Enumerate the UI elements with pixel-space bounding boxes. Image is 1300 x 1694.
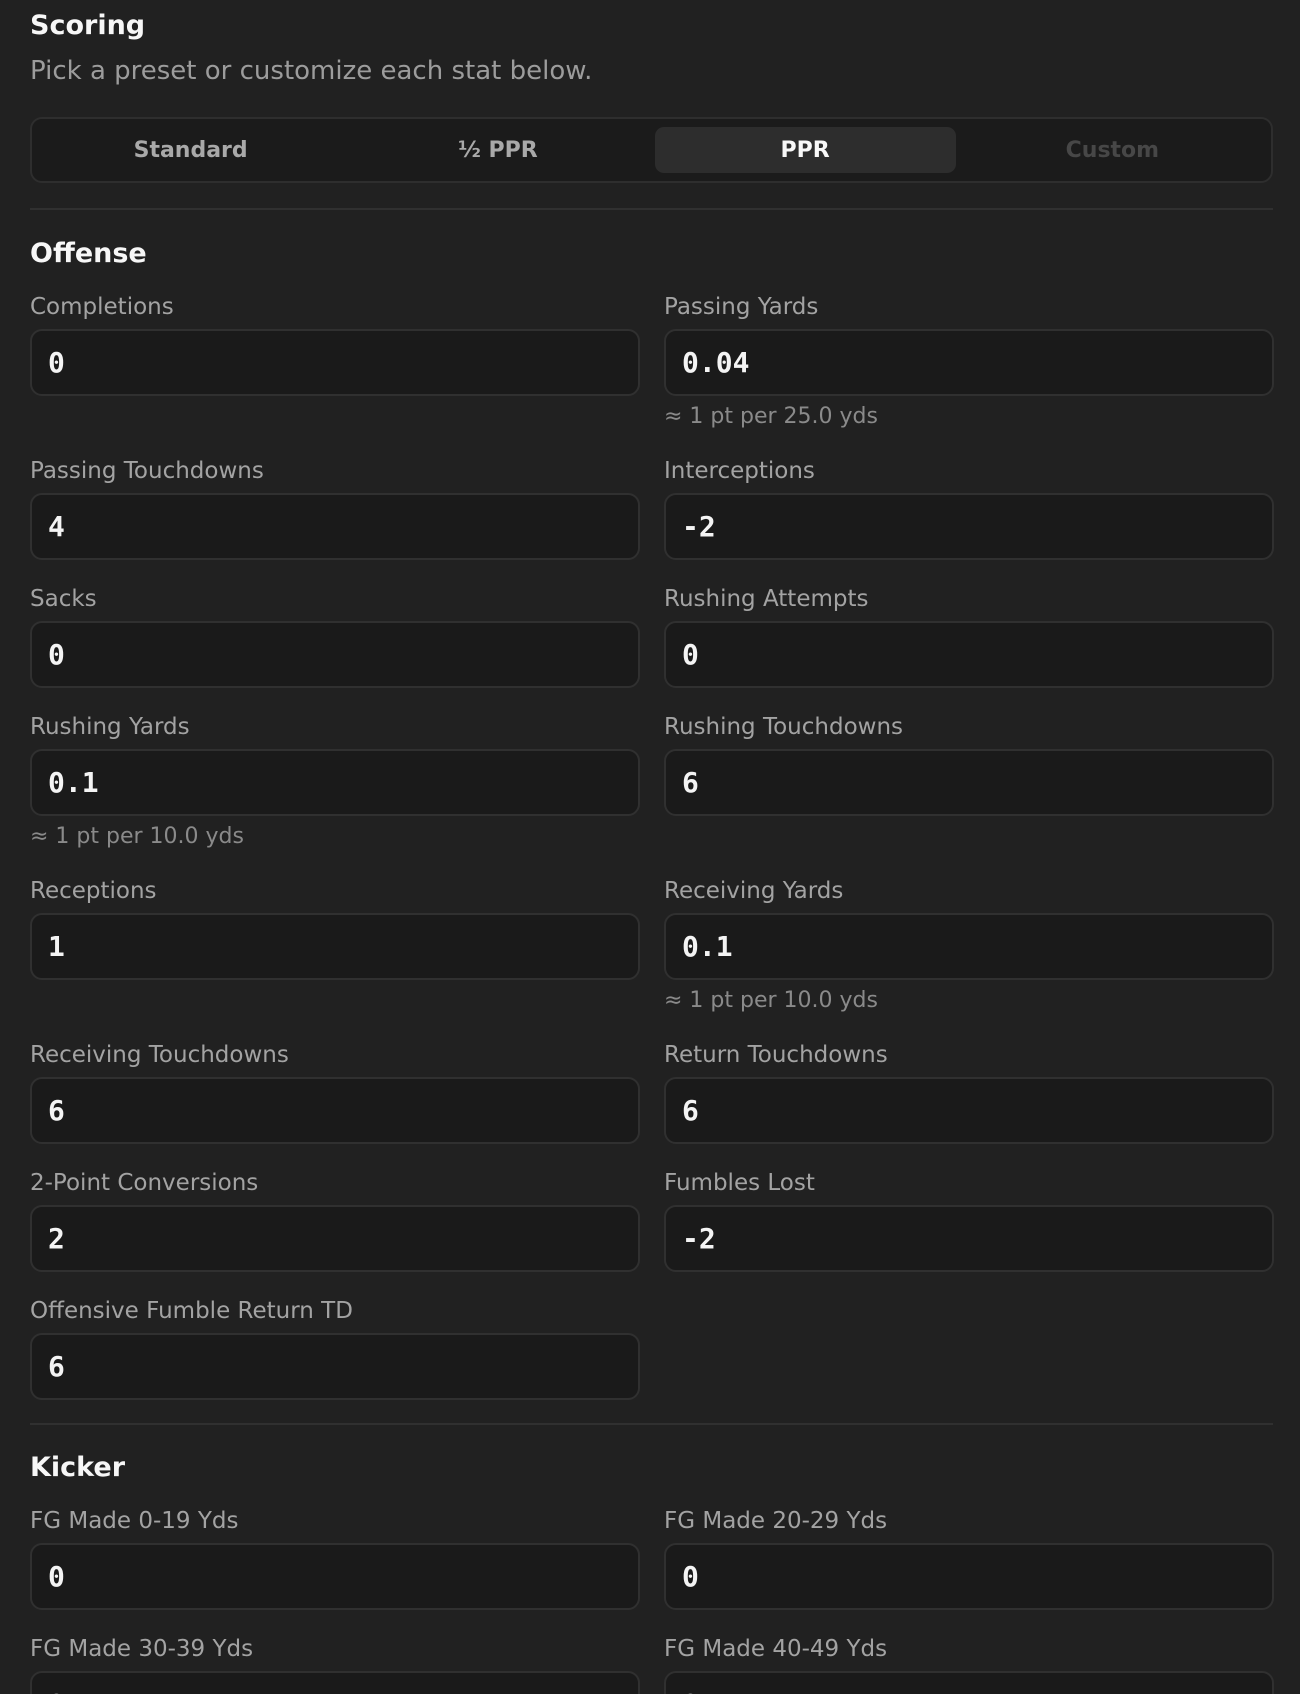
fg-made-40-49-input[interactable]	[664, 1671, 1274, 1694]
completions-input[interactable]	[30, 329, 640, 396]
field-label: Passing Touchdowns	[30, 458, 264, 484]
field-return-touchdowns: Return Touchdowns	[664, 1039, 1274, 1144]
field-label: Rushing Attempts	[664, 586, 869, 612]
fg-made-20-29-input[interactable]	[664, 1543, 1274, 1610]
field-completions: Completions	[30, 291, 640, 396]
offensive-fumble-return-td-input[interactable]	[30, 1333, 640, 1400]
sacks-input[interactable]	[30, 621, 640, 688]
field-receiving-touchdowns: Receiving Touchdowns	[30, 1039, 640, 1144]
field-fg-made-0-19: FG Made 0-19 Yds	[30, 1505, 640, 1610]
offense-section-title: Offense	[30, 238, 147, 269]
field-rushing-yards: Rushing Yards ≈ 1 pt per 10.0 yds	[30, 711, 640, 849]
field-label: Sacks	[30, 586, 97, 612]
rushing-attempts-input[interactable]	[664, 621, 1274, 688]
passing-yards-input[interactable]	[664, 329, 1274, 396]
field-label: Interceptions	[664, 458, 815, 484]
receiving-touchdowns-input[interactable]	[30, 1077, 640, 1144]
preset-half-ppr[interactable]: ½ PPR	[347, 127, 648, 173]
return-touchdowns-input[interactable]	[664, 1077, 1274, 1144]
receiving-yards-hint: ≈ 1 pt per 10.0 yds	[664, 988, 878, 1013]
field-rushing-touchdowns: Rushing Touchdowns	[664, 711, 1274, 816]
field-label: Offensive Fumble Return TD	[30, 1298, 353, 1324]
field-fg-made-40-49: FG Made 40-49 Yds	[664, 1633, 1274, 1694]
field-label: FG Made 30-39 Yds	[30, 1636, 254, 1662]
scoring-settings-page: Scoring Pick a preset or customize each …	[0, 0, 1300, 1694]
field-receiving-yards: Receiving Yards ≈ 1 pt per 10.0 yds	[664, 875, 1274, 1013]
fg-made-0-19-input[interactable]	[30, 1543, 640, 1610]
preset-standard[interactable]: Standard	[40, 127, 341, 173]
field-label: Receiving Touchdowns	[30, 1042, 289, 1068]
field-passing-yards: Passing Yards ≈ 1 pt per 25.0 yds	[664, 291, 1274, 429]
field-fg-made-20-29: FG Made 20-29 Yds	[664, 1505, 1274, 1610]
field-label: FG Made 40-49 Yds	[664, 1636, 888, 1662]
field-label: Fumbles Lost	[664, 1170, 815, 1196]
field-receptions: Receptions	[30, 875, 640, 980]
kicker-section-title: Kicker	[30, 1452, 126, 1483]
two-point-conversions-input[interactable]	[30, 1205, 640, 1272]
field-label: FG Made 0-19 Yds	[30, 1508, 239, 1534]
rushing-yards-input[interactable]	[30, 749, 640, 816]
field-label: Receptions	[30, 878, 157, 904]
scoring-title: Scoring	[30, 10, 146, 41]
field-label: Receiving Yards	[664, 878, 844, 904]
fumbles-lost-input[interactable]	[664, 1205, 1274, 1272]
passing-touchdowns-input[interactable]	[30, 493, 640, 560]
preset-selector: Standard ½ PPR PPR Custom	[30, 117, 1273, 183]
field-sacks: Sacks	[30, 583, 640, 688]
field-fg-made-30-39: FG Made 30-39 Yds	[30, 1633, 640, 1694]
field-passing-touchdowns: Passing Touchdowns	[30, 455, 640, 560]
field-label: Return Touchdowns	[664, 1042, 888, 1068]
scoring-subtitle: Pick a preset or customize each stat bel…	[30, 56, 593, 86]
rushing-touchdowns-input[interactable]	[664, 749, 1274, 816]
field-label: FG Made 20-29 Yds	[664, 1508, 888, 1534]
field-label: Rushing Touchdowns	[664, 714, 904, 740]
field-label: Rushing Yards	[30, 714, 190, 740]
field-two-point-conversions: 2-Point Conversions	[30, 1167, 640, 1272]
interceptions-input[interactable]	[664, 493, 1274, 560]
receptions-input[interactable]	[30, 913, 640, 980]
rushing-yards-hint: ≈ 1 pt per 10.0 yds	[30, 824, 244, 849]
fg-made-30-39-input[interactable]	[30, 1671, 640, 1694]
receiving-yards-input[interactable]	[664, 913, 1274, 980]
field-offensive-fumble-return-td: Offensive Fumble Return TD	[30, 1295, 640, 1400]
divider	[30, 1423, 1273, 1425]
divider	[30, 208, 1273, 210]
field-interceptions: Interceptions	[664, 455, 1274, 560]
field-rushing-attempts: Rushing Attempts	[664, 583, 1274, 688]
preset-ppr[interactable]: PPR	[654, 127, 956, 173]
field-label: 2-Point Conversions	[30, 1170, 259, 1196]
field-label: Completions	[30, 294, 174, 320]
passing-yards-hint: ≈ 1 pt per 25.0 yds	[664, 404, 878, 429]
field-label: Passing Yards	[664, 294, 819, 320]
preset-custom[interactable]: Custom	[962, 127, 1263, 173]
field-fumbles-lost: Fumbles Lost	[664, 1167, 1274, 1272]
